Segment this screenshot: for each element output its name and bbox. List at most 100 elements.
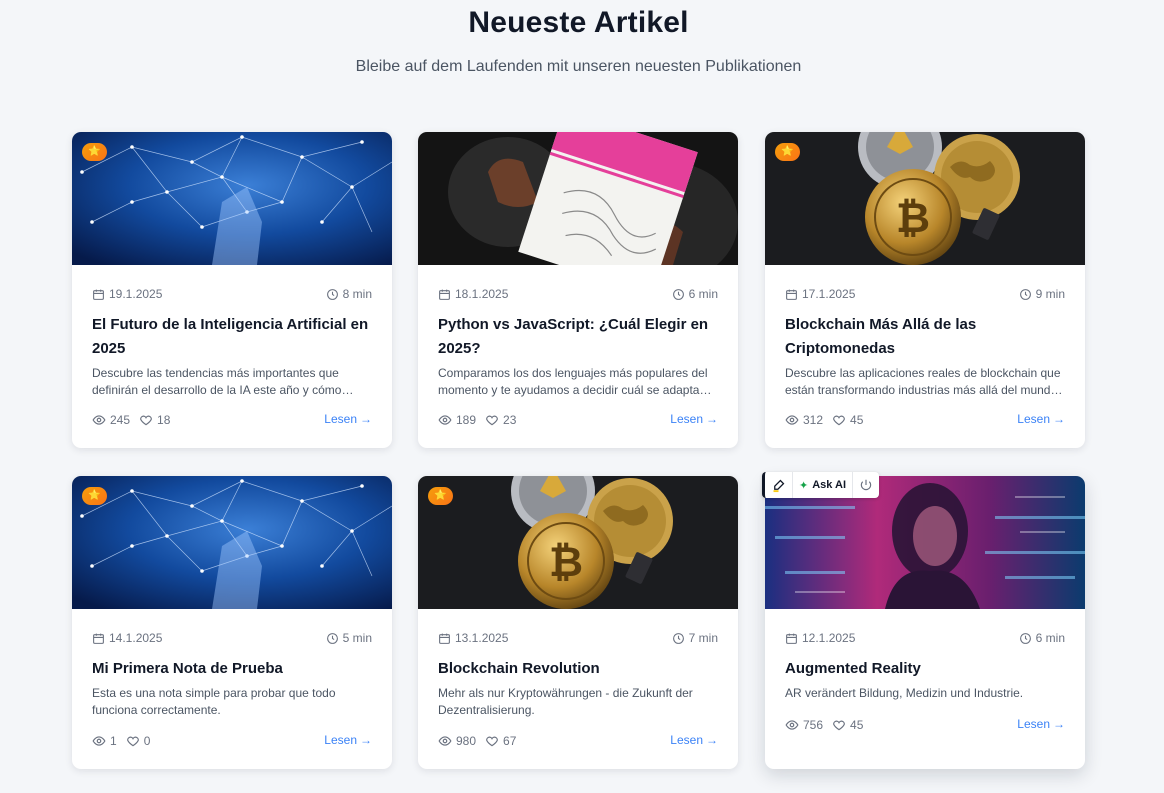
article-title[interactable]: Mi Primera Nota de Prueba — [92, 657, 372, 681]
view-count: 756 — [803, 718, 824, 732]
arrow-right-icon: → — [360, 412, 372, 426]
svg-text:₿: ₿ — [549, 537, 583, 586]
eye-icon — [92, 415, 106, 425]
article-card[interactable]: 18.1.2025 6 min Python vs JavaScript: ¿C… — [418, 132, 738, 448]
article-title[interactable]: El Futuro de la Inteligencia Artificial … — [92, 313, 372, 361]
eye-icon — [785, 415, 799, 425]
article-thumbnail: ₿ ⭐ — [765, 132, 1085, 265]
read-more-link[interactable]: Lesen → — [324, 733, 372, 747]
ai-toolbar: ✦ Ask AI — [762, 472, 880, 498]
eye-icon — [438, 415, 452, 425]
heart-icon[interactable] — [485, 734, 499, 748]
heart-icon[interactable] — [832, 413, 846, 427]
article-card[interactable]: ₿ ⭐ 17.1.2025 9 min Blockchain Más Allá … — [765, 132, 1085, 448]
article-thumbnail: ₿ ⭐ — [418, 476, 738, 609]
calendar-icon — [93, 289, 104, 300]
read-time: 7 min — [688, 631, 718, 645]
like-count: 0 — [143, 734, 151, 748]
power-button[interactable] — [853, 472, 879, 498]
highlighter-icon — [773, 479, 785, 492]
featured-badge: ⭐ — [82, 487, 107, 505]
read-more-link[interactable]: Lesen → — [1017, 412, 1065, 426]
read-time: 6 min — [1035, 631, 1065, 645]
crypto-coins-image: ₿ — [418, 476, 738, 609]
crypto-coins-image: ₿ — [765, 132, 1085, 265]
article-thumbnail: ⭐ — [72, 132, 392, 265]
like-count: 45 — [850, 413, 864, 427]
heart-icon[interactable] — [832, 718, 846, 732]
article-card[interactable]: ⭐ 14.1.2025 5 min Mi Primera Nota de Pru… — [72, 476, 392, 769]
ai-network-image — [72, 476, 392, 609]
clock-icon — [326, 288, 338, 300]
view-count: 1 — [110, 734, 117, 748]
power-icon — [860, 479, 872, 491]
page-subtitle: Bleibe auf dem Laufenden mit unseren neu… — [355, 58, 802, 75]
article-card[interactable]: ₿ ⭐ 13.1.2025 7 min Blockchain Revolutio… — [418, 476, 738, 769]
heart-icon[interactable] — [485, 413, 499, 427]
read-more-link[interactable]: Lesen → — [670, 733, 718, 747]
ai-network-image — [72, 132, 392, 265]
arrow-right-icon: → — [706, 412, 718, 426]
like-count: 23 — [503, 413, 517, 427]
svg-text:₿: ₿ — [896, 193, 930, 242]
article-title[interactable]: Blockchain Revolution — [438, 657, 718, 681]
article-thumbnail — [418, 132, 738, 265]
view-count: 980 — [456, 734, 477, 748]
view-count: 312 — [803, 413, 824, 427]
read-more-link[interactable]: Lesen → — [670, 412, 718, 426]
article-description: Esta es una nota simple para probar que … — [92, 686, 336, 717]
read-more-label: Lesen — [670, 733, 703, 747]
arrow-right-icon: → — [1053, 717, 1065, 731]
ask-ai-label: Ask AI — [812, 479, 847, 491]
ask-ai-button[interactable]: ✦ Ask AI — [793, 472, 854, 498]
featured-badge: ⭐ — [775, 143, 800, 161]
read-more-label: Lesen — [324, 733, 357, 747]
article-date: 19.1.2025 — [109, 287, 163, 301]
article-card[interactable]: ⭐ 19.1.2025 8 min El Futuro de la Inteli… — [72, 132, 392, 448]
clock-icon — [672, 632, 684, 644]
read-more-link[interactable]: Lesen → — [1017, 717, 1065, 731]
read-more-label: Lesen — [1017, 717, 1050, 731]
heart-icon[interactable] — [126, 734, 140, 748]
read-more-label: Lesen — [324, 412, 357, 426]
featured-badge: ⭐ — [82, 143, 107, 161]
like-count: 45 — [850, 718, 864, 732]
clock-icon — [1019, 288, 1031, 300]
article-date: 12.1.2025 — [802, 631, 856, 645]
read-more-link[interactable]: Lesen → — [324, 412, 372, 426]
calendar-icon — [786, 633, 797, 644]
clock-icon — [1019, 632, 1031, 644]
article-description: Comparamos los dos lenguajes más popular… — [438, 366, 708, 397]
eye-icon — [785, 720, 799, 730]
highlighter-button[interactable] — [765, 472, 793, 498]
article-description: Mehr als nur Kryptowährungen - die Zukun… — [438, 686, 693, 717]
read-time: 6 min — [688, 287, 718, 301]
article-title[interactable]: Augmented Reality — [785, 657, 1065, 681]
article-thumbnail: ⭐ — [72, 476, 392, 609]
featured-badge: ⭐ — [428, 487, 453, 505]
arrow-right-icon: → — [360, 733, 372, 747]
article-grid: ⭐ 19.1.2025 8 min El Futuro de la Inteli… — [72, 132, 1085, 772]
like-count: 67 — [503, 734, 517, 748]
article-date: 17.1.2025 — [802, 287, 856, 301]
sparkle-icon: ✦ — [799, 479, 809, 492]
view-count: 189 — [456, 413, 477, 427]
like-count: 18 — [157, 413, 171, 427]
view-count: 245 — [110, 413, 131, 427]
read-time: 8 min — [342, 287, 372, 301]
clock-icon — [672, 288, 684, 300]
page-title: Neueste Artikel — [468, 6, 689, 39]
article-title[interactable]: Python vs JavaScript: ¿Cuál Elegir en 20… — [438, 313, 718, 361]
eye-icon — [92, 736, 106, 746]
calendar-icon — [439, 633, 450, 644]
article-card[interactable]: 12.1.2025 6 min Augmented Reality AR ver… — [765, 476, 1085, 769]
read-time: 5 min — [342, 631, 372, 645]
eye-icon — [438, 736, 452, 746]
calendar-icon — [439, 289, 450, 300]
heart-icon[interactable] — [139, 413, 153, 427]
calendar-icon — [93, 633, 104, 644]
article-date: 13.1.2025 — [455, 631, 509, 645]
python-book-image — [418, 132, 738, 265]
clock-icon — [326, 632, 338, 644]
article-title[interactable]: Blockchain Más Allá de las Criptomonedas — [785, 313, 1065, 361]
